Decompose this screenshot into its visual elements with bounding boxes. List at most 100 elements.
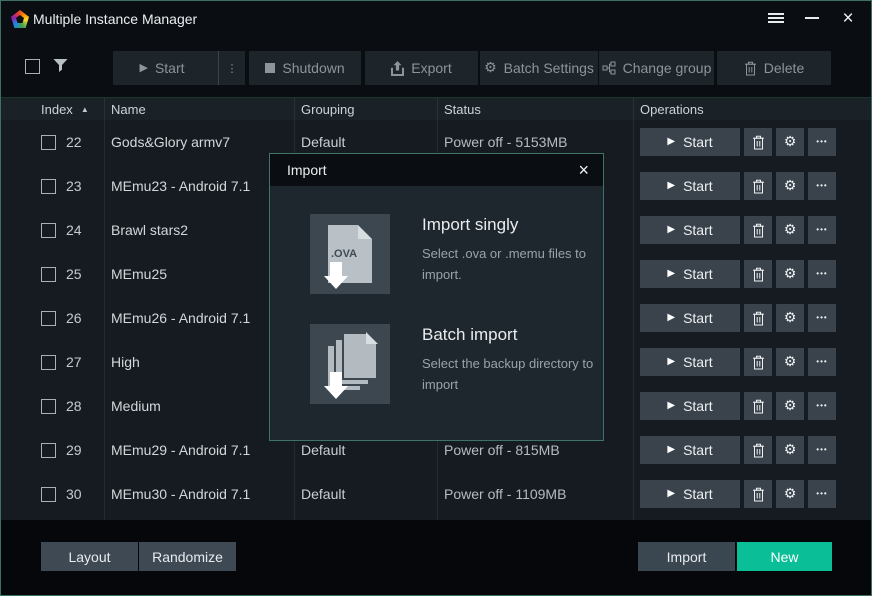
gear-icon: ⚙ [784, 487, 797, 501]
row-checkbox[interactable] [41, 355, 56, 370]
shutdown-button[interactable]: Shutdown [249, 51, 361, 85]
row-index: 30 [66, 486, 82, 502]
import-singly-description: Select .ova or .memu files to import. [422, 244, 594, 286]
randomize-button[interactable]: Randomize [139, 542, 236, 571]
row-delete-button[interactable] [744, 348, 772, 376]
row-checkbox[interactable] [41, 267, 56, 282]
import-dialog-title: Import [287, 162, 327, 178]
row-name: Medium [104, 384, 294, 428]
column-header-name: Name [104, 98, 294, 120]
row-start-button[interactable]: ▶Start [640, 128, 740, 156]
row-start-button[interactable]: ▶Start [640, 348, 740, 376]
download-arrow-icon [324, 262, 348, 289]
more-icon: ••• [816, 490, 827, 498]
row-more-button[interactable]: ••• [808, 216, 836, 244]
close-icon[interactable]: × [837, 7, 859, 29]
row-settings-button[interactable]: ⚙ [776, 216, 804, 244]
row-grouping: Default [294, 472, 437, 516]
row-index: 24 [66, 222, 82, 238]
filter-icon[interactable] [53, 59, 68, 73]
export-icon [391, 61, 404, 76]
row-start-button[interactable]: ▶Start [640, 304, 740, 332]
column-header-index[interactable]: Index ▲ [1, 98, 104, 120]
row-settings-button[interactable]: ⚙ [776, 304, 804, 332]
row-more-button[interactable]: ••• [808, 128, 836, 156]
change-group-button[interactable]: Change group [599, 51, 714, 85]
batch-import-heading: Batch import [422, 325, 594, 345]
menu-hamburger-icon[interactable] [765, 7, 787, 29]
row-checkbox[interactable] [41, 487, 56, 502]
layout-button[interactable]: Layout [41, 542, 138, 571]
row-settings-button[interactable]: ⚙ [776, 128, 804, 156]
more-icon: ••• [816, 358, 827, 366]
row-checkbox[interactable] [41, 443, 56, 458]
row-name: MEmu29 - Android 7.1 [104, 428, 294, 472]
row-start-button[interactable]: ▶Start [640, 172, 740, 200]
row-delete-button[interactable] [744, 172, 772, 200]
batch-import-description: Select the backup directory to import [422, 354, 594, 396]
row-checkbox[interactable] [41, 223, 56, 238]
select-all-checkbox[interactable] [25, 59, 40, 74]
row-more-button[interactable]: ••• [808, 480, 836, 508]
delete-button[interactable]: Delete [717, 51, 831, 85]
row-checkbox[interactable] [41, 311, 56, 326]
row-index: 26 [66, 310, 82, 326]
play-icon: ▶ [667, 357, 675, 367]
row-start-button[interactable]: ▶Start [640, 260, 740, 288]
row-delete-button[interactable] [744, 480, 772, 508]
row-more-button[interactable]: ••• [808, 260, 836, 288]
batch-settings-button[interactable]: ⚙ Batch Settings [480, 51, 598, 85]
import-dialog-titlebar: Import × [270, 154, 603, 186]
gear-icon: ⚙ [484, 61, 497, 75]
row-start-button[interactable]: ▶Start [640, 392, 740, 420]
row-delete-button[interactable] [744, 304, 772, 332]
start-button[interactable]: ▶Start ⋮ [113, 51, 245, 85]
export-button[interactable]: Export [365, 51, 478, 85]
titlebar: Multiple Instance Manager × [1, 1, 871, 41]
import-dialog: Import × .OVA Import singly Select .ova … [269, 153, 604, 441]
start-dropdown-button[interactable]: ⋮ [218, 51, 245, 85]
row-settings-button[interactable]: ⚙ [776, 172, 804, 200]
new-button[interactable]: New [737, 542, 832, 571]
row-more-button[interactable]: ••• [808, 392, 836, 420]
row-checkbox[interactable] [41, 135, 56, 150]
row-checkbox[interactable] [41, 399, 56, 414]
row-more-button[interactable]: ••• [808, 304, 836, 332]
row-settings-button[interactable]: ⚙ [776, 436, 804, 464]
ova-file-icon: .OVA [310, 214, 390, 294]
row-settings-button[interactable]: ⚙ [776, 348, 804, 376]
more-icon: ••• [816, 446, 827, 454]
row-status: Power off - 1109MB [437, 472, 633, 516]
trash-icon [752, 399, 765, 414]
row-index: 23 [66, 178, 82, 194]
more-icon: ••• [816, 226, 827, 234]
row-settings-button[interactable]: ⚙ [776, 260, 804, 288]
row-delete-button[interactable] [744, 260, 772, 288]
row-start-button[interactable]: ▶Start [640, 436, 740, 464]
row-more-button[interactable]: ••• [808, 436, 836, 464]
stop-icon [265, 63, 275, 73]
row-delete-button[interactable] [744, 128, 772, 156]
row-settings-button[interactable]: ⚙ [776, 392, 804, 420]
row-settings-button[interactable]: ⚙ [776, 480, 804, 508]
row-name: MEmu30 - Android 7.1 [104, 472, 294, 516]
row-checkbox[interactable] [41, 179, 56, 194]
gear-icon: ⚙ [784, 267, 797, 281]
play-icon: ▶ [667, 137, 675, 147]
trash-icon [752, 223, 765, 238]
dialog-close-icon[interactable]: × [578, 161, 589, 179]
row-more-button[interactable]: ••• [808, 172, 836, 200]
row-start-button[interactable]: ▶Start [640, 480, 740, 508]
row-delete-button[interactable] [744, 216, 772, 244]
row-delete-button[interactable] [744, 392, 772, 420]
row-name: Brawl stars2 [104, 208, 294, 252]
import-button[interactable]: Import [638, 542, 735, 571]
row-more-button[interactable]: ••• [808, 348, 836, 376]
row-delete-button[interactable] [744, 436, 772, 464]
import-singly-option[interactable]: .OVA Import singly Select .ova or .memu … [310, 214, 583, 294]
row-start-button[interactable]: ▶Start [640, 216, 740, 244]
play-icon: ▶ [667, 489, 675, 499]
minimize-icon[interactable] [801, 7, 823, 29]
batch-import-option[interactable]: Batch import Select the backup directory… [310, 324, 583, 404]
trash-icon [752, 311, 765, 326]
